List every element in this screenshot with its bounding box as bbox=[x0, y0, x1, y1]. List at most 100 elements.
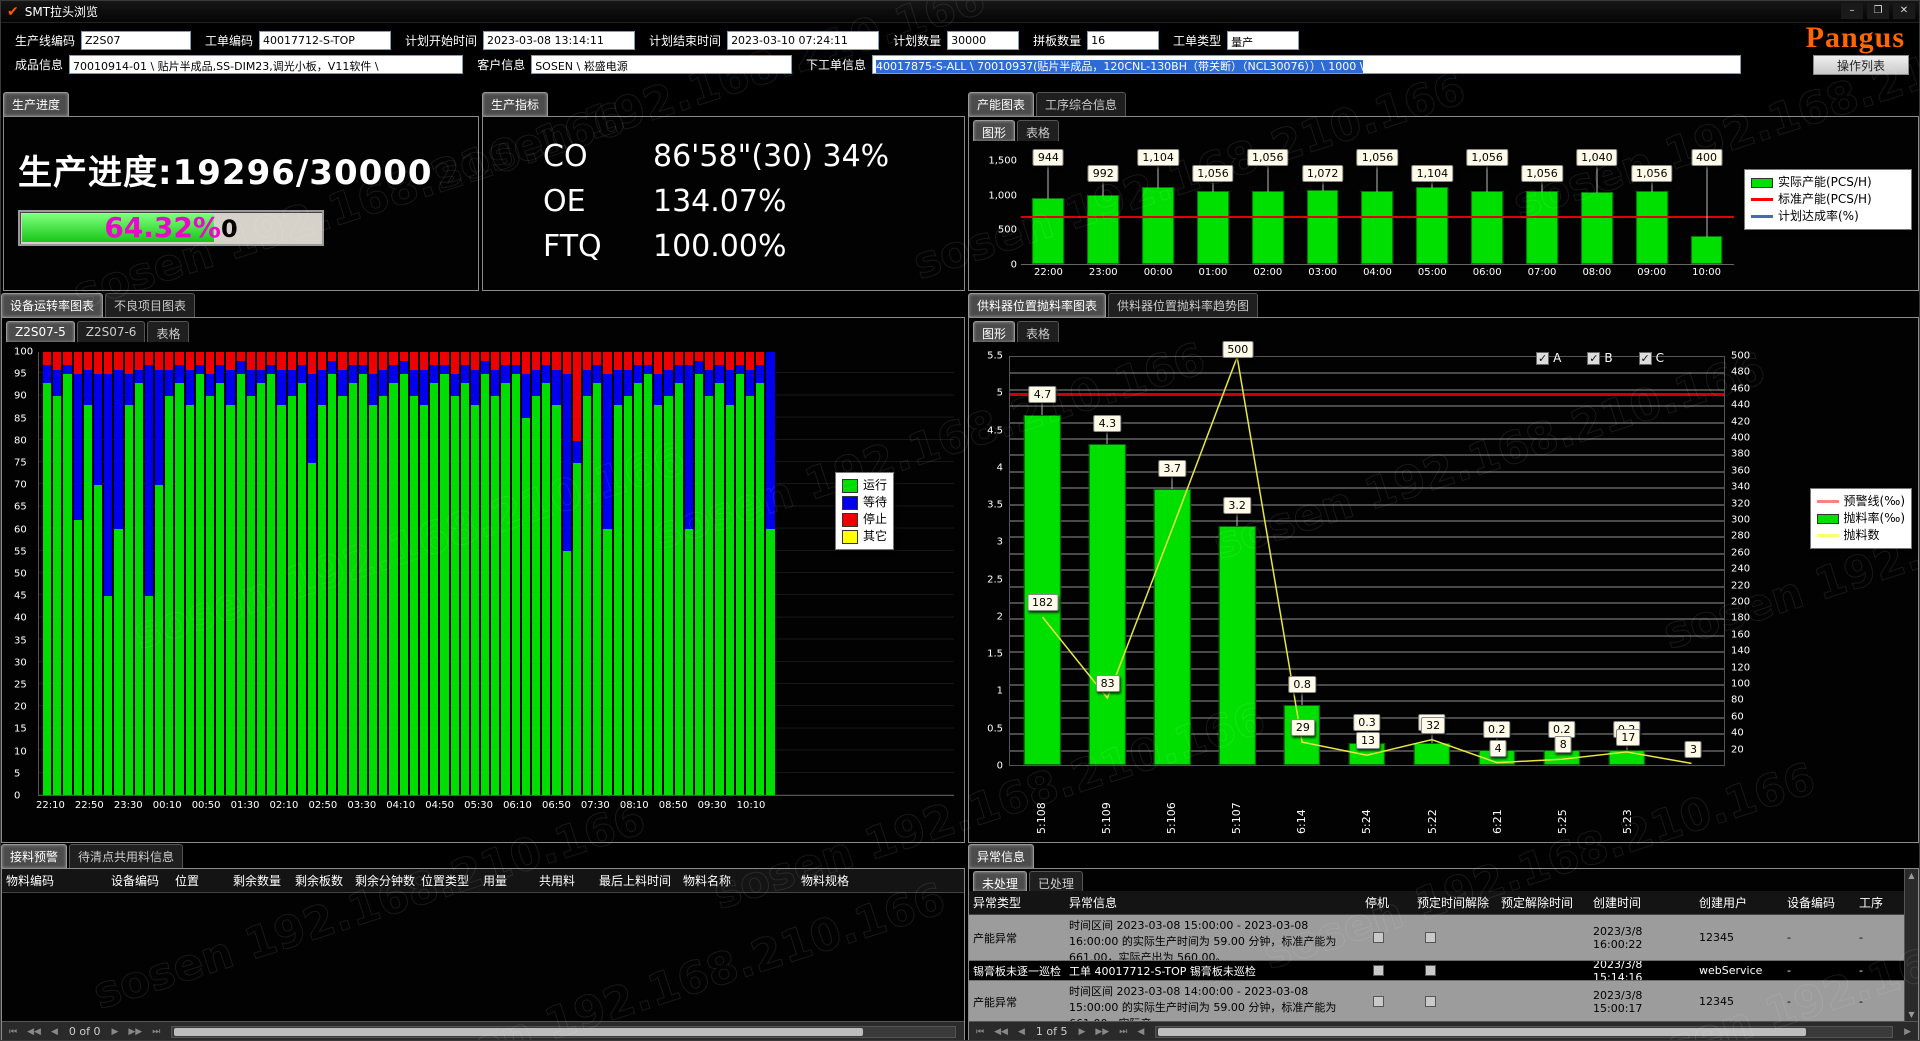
tab-production-metrics[interactable]: 生产指标 bbox=[482, 92, 548, 116]
abnormal-pager-prev-1[interactable]: ◀◀ bbox=[991, 1027, 1011, 1037]
abnormal-pager-next-1[interactable]: ▶▶ bbox=[1092, 1027, 1112, 1037]
subtab-capacity-0[interactable]: 图形 bbox=[973, 120, 1015, 141]
stop-checkbox[interactable] bbox=[1425, 996, 1436, 1007]
customer-info-input[interactable]: SOSEN \ 崧盛电源 bbox=[531, 55, 792, 74]
material-pager-next-2[interactable]: ⏭ bbox=[149, 1027, 163, 1037]
subtab-feeder-1[interactable]: 表格 bbox=[1017, 321, 1059, 342]
runrate-bar-8-seg-运行 bbox=[125, 405, 133, 795]
material-col-5: 剩余分钟数 bbox=[351, 869, 417, 892]
abnormal-cell bbox=[1413, 961, 1497, 980]
runrate-bar-22-seg-停止 bbox=[267, 352, 275, 365]
capacity-column-8: 1,056 bbox=[1460, 147, 1515, 264]
production-line-code-input[interactable]: Z2S07 bbox=[81, 31, 191, 50]
feeder-checkbox-B[interactable]: ✓B bbox=[1587, 351, 1612, 365]
runrate-bar-49 bbox=[542, 352, 550, 795]
maximize-button[interactable]: ❐ bbox=[1867, 3, 1889, 19]
material-hscrollbar[interactable] bbox=[171, 1026, 956, 1038]
plan-quantity-input[interactable]: 30000 bbox=[947, 31, 1019, 50]
abnormal-pager-label: 1 of 5 bbox=[1036, 1025, 1068, 1038]
checkbox-icon[interactable]: ✓ bbox=[1587, 352, 1600, 365]
product-info-input[interactable]: 70010914-01 \ 贴片半成品,SS-DIM23,调光小板，V11软件 … bbox=[69, 55, 463, 74]
feeder-checkbox-A[interactable]: ✓A bbox=[1536, 351, 1561, 365]
material-pager-next-0[interactable]: ▶ bbox=[108, 1027, 121, 1037]
runrate-ytick-5: 5 bbox=[14, 768, 20, 779]
minimize-button[interactable]: – bbox=[1841, 3, 1863, 19]
abnormal-pager-next-2[interactable]: ⏭ bbox=[1116, 1027, 1130, 1037]
plan-start-time-input[interactable]: 2023-03-08 13:14:11 bbox=[483, 31, 635, 50]
feeder-rtick-280: 280 bbox=[1731, 531, 1750, 542]
runrate-bar-24 bbox=[288, 352, 296, 795]
subtab-feeder-0[interactable]: 图形 bbox=[973, 321, 1015, 342]
runrate-bar-43-seg-停止 bbox=[481, 352, 489, 361]
material-pager-prev-0[interactable]: ⏮ bbox=[6, 1027, 20, 1037]
material-hscroll-thumb[interactable] bbox=[174, 1028, 863, 1036]
stop-checkbox[interactable] bbox=[1425, 965, 1436, 976]
runrate-bar-28-seg-停止 bbox=[328, 352, 336, 361]
runrate-bar-32-seg-等待 bbox=[369, 374, 377, 405]
capacity-tag-connector bbox=[1048, 164, 1049, 199]
runrate-xtick-3: 00:10 bbox=[153, 800, 182, 811]
material-pager-next-1[interactable]: ▶▶ bbox=[125, 1027, 145, 1037]
abnormal-hscroll-right[interactable]: ▶ bbox=[1901, 1027, 1914, 1037]
subtab-capacity-1[interactable]: 表格 bbox=[1017, 120, 1059, 141]
abnormal-row-2[interactable]: 产能异常时间区间 2023-03-08 14:00:00 - 2023-03-0… bbox=[969, 981, 1904, 1023]
runrate-ytick-45: 45 bbox=[14, 591, 27, 602]
runrate-bar-6 bbox=[104, 352, 112, 795]
panel-quantity-input[interactable]: 16 bbox=[1087, 31, 1159, 50]
plan-end-time-input[interactable]: 2023-03-10 07:24:11 bbox=[727, 31, 879, 50]
abnormal-vertical-scrollbar[interactable]: ▲▼ bbox=[1904, 869, 1918, 1021]
tab-runrate-0[interactable]: 设备运转率图表 bbox=[1, 293, 103, 317]
runrate-bar-37-seg-等待 bbox=[420, 370, 428, 405]
legend-label: 运行 bbox=[863, 477, 887, 494]
runrate-bar-52-seg-等待 bbox=[573, 441, 581, 463]
abnormal-row-0[interactable]: 产能异常时间区间 2023-03-08 15:00:00 - 2023-03-0… bbox=[969, 915, 1904, 961]
tab-material-0[interactable]: 接料预警 bbox=[1, 844, 67, 868]
subtab-runrate-0[interactable]: Z2S07-5 bbox=[6, 321, 75, 342]
runrate-bar-69-seg-等待 bbox=[746, 370, 754, 397]
subtab-runrate-1[interactable]: Z2S07-6 bbox=[77, 321, 146, 342]
runrate-plot-area: 运行等待停止其它 bbox=[38, 352, 954, 796]
tab-production-progress[interactable]: 生产进度 bbox=[3, 92, 69, 116]
feeder-rtick-140: 140 bbox=[1731, 646, 1750, 657]
work-order-code-input[interactable]: 40017712-S-TOP bbox=[259, 31, 391, 50]
checkbox-icon[interactable]: ✓ bbox=[1536, 352, 1549, 365]
capacity-tag-connector bbox=[1596, 164, 1597, 193]
runrate-bar-11-seg-停止 bbox=[155, 352, 163, 370]
material-pager-prev-1[interactable]: ◀◀ bbox=[24, 1027, 44, 1037]
abnormal-pager-prev-0[interactable]: ⏮ bbox=[973, 1027, 987, 1037]
tab-material-1[interactable]: 待清点共用料信息 bbox=[69, 844, 183, 868]
tab-capacity-1[interactable]: 工序综合信息 bbox=[1036, 92, 1126, 116]
abnormal-col-6: 创建用户 bbox=[1695, 891, 1783, 914]
runrate-bar-0 bbox=[43, 352, 51, 795]
tab-feeder-1[interactable]: 供料器位置抛料率趋势图 bbox=[1108, 293, 1258, 317]
stop-checkbox[interactable] bbox=[1425, 932, 1436, 943]
abnormal-pager-next-0[interactable]: ▶ bbox=[1075, 1027, 1088, 1037]
stop-checkbox[interactable] bbox=[1373, 932, 1384, 943]
tab-capacity-0[interactable]: 产能图表 bbox=[968, 92, 1034, 116]
order-type-input[interactable]: 量产 bbox=[1227, 31, 1299, 50]
tab-abnormal-info[interactable]: 异常信息 bbox=[968, 844, 1034, 868]
runrate-ytick-20: 20 bbox=[14, 702, 27, 713]
abnormal-row-1[interactable]: 锡膏板未逐一巡检工单 40017712-S-TOP 锡膏板未巡检2023/3/8… bbox=[969, 961, 1904, 981]
material-pager-prev-2[interactable]: ◀ bbox=[48, 1027, 61, 1037]
stop-checkbox[interactable] bbox=[1373, 965, 1384, 976]
next-order-info-input[interactable]: 40017875-S-ALL \ 70010937(贴片半成品，120CNL-1… bbox=[872, 55, 1741, 74]
runrate-bar-18-seg-停止 bbox=[226, 352, 234, 370]
stop-checkbox[interactable] bbox=[1373, 996, 1384, 1007]
feeder-ltick-4.5: 4.5 bbox=[987, 425, 1003, 436]
close-button[interactable]: ✕ bbox=[1893, 3, 1915, 19]
abnormal-hscroll-thumb[interactable] bbox=[1158, 1028, 1806, 1036]
subtab-abnormal-1[interactable]: 已处理 bbox=[1029, 871, 1083, 891]
tab-runrate-1[interactable]: 不良项目图表 bbox=[105, 293, 195, 317]
feeder-checkbox-C[interactable]: ✓C bbox=[1639, 351, 1664, 365]
subtab-runrate-2[interactable]: 表格 bbox=[147, 321, 189, 342]
runrate-bar-16-seg-运行 bbox=[206, 396, 214, 795]
abnormal-pager-prev-2[interactable]: ◀ bbox=[1015, 1027, 1028, 1037]
tab-feeder-0[interactable]: 供料器位置抛料率图表 bbox=[968, 293, 1106, 317]
runrate-ytick-35: 35 bbox=[14, 635, 27, 646]
action-list-button[interactable]: 操作列表 bbox=[1813, 55, 1909, 75]
subtab-abnormal-0[interactable]: 未处理 bbox=[973, 871, 1027, 891]
abnormal-hscrollbar[interactable] bbox=[1155, 1026, 1893, 1038]
abnormal-hscroll-left[interactable]: ◀ bbox=[1134, 1027, 1147, 1037]
checkbox-icon[interactable]: ✓ bbox=[1639, 352, 1652, 365]
